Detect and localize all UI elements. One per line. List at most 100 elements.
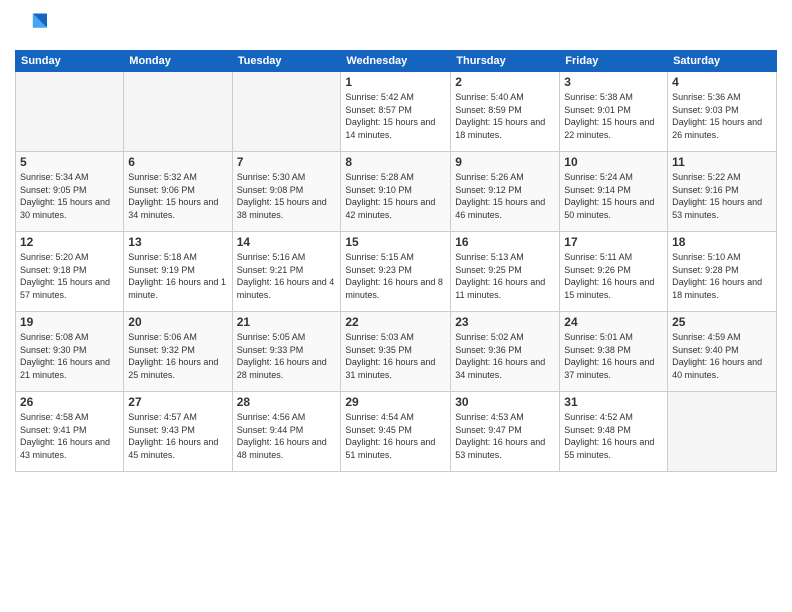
day-cell: 26Sunrise: 4:58 AM Sunset: 9:41 PM Dayli… — [16, 392, 124, 472]
day-cell — [232, 72, 341, 152]
day-number: 13 — [128, 235, 227, 249]
day-cell: 22Sunrise: 5:03 AM Sunset: 9:35 PM Dayli… — [341, 312, 451, 392]
day-cell: 12 Sunrise: 5:20 AM Sunset: 9:18 PM Dayli… — [16, 232, 124, 312]
day-number: 17 — [564, 235, 663, 249]
day-number: 27 — [128, 395, 227, 409]
day-info: Sunrise: 4:52 AM Sunset: 9:48 PM Dayligh… — [564, 411, 663, 461]
day-info: Sunrise: 5:18 AM Sunset: 9:19 PM Dayligh… — [128, 251, 227, 301]
day-cell: 4 Sunrise: 5:36 AM Sunset: 9:03 PM Daylig… — [668, 72, 777, 152]
day-cell: 27 Sunrise: 4:57 AM Sunset: 9:43 PM Dayli… — [124, 392, 232, 472]
day-cell: 2 Sunrise: 5:40 AM Sunset: 8:59 PM Daylig… — [451, 72, 560, 152]
day-cell: 19 Sunrise: 5:08 AM Sunset: 9:30 PM Dayli… — [16, 312, 124, 392]
day-info: Sunrise: 5:13 AM Sunset: 9:25 PM Dayligh… — [455, 251, 555, 301]
day-cell: 30 Sunrise: 4:53 AM Sunset: 9:47 PM Dayli… — [451, 392, 560, 472]
col-header-tuesday: Tuesday — [232, 51, 341, 72]
day-cell: 11Sunrise: 5:22 AM Sunset: 9:16 PM Dayli… — [668, 152, 777, 232]
day-info: Sunrise: 5:15 AM Sunset: 9:23 PM Dayligh… — [345, 251, 446, 301]
day-cell: 6Sunrise: 5:32 AM Sunset: 9:06 PM Daylig… — [124, 152, 232, 232]
day-cell: 1 Sunrise: 5:42 AM Sunset: 8:57 PM Daylig… — [341, 72, 451, 152]
day-number: 11 — [672, 155, 772, 169]
day-number: 19 — [20, 315, 119, 329]
day-info: Sunrise: 5:40 AM Sunset: 8:59 PM Dayligh… — [455, 91, 555, 141]
day-info: Sunrise: 5:28 AM Sunset: 9:10 PM Dayligh… — [345, 171, 446, 221]
week-row-3: 19 Sunrise: 5:08 AM Sunset: 9:30 PM Dayli… — [16, 312, 777, 392]
week-row-1: 5 Sunrise: 5:34 AM Sunset: 9:05 PM Daylig… — [16, 152, 777, 232]
day-cell: 25 Sunrise: 4:59 AM Sunset: 9:40 PM Dayli… — [668, 312, 777, 392]
day-cell: 14 Sunrise: 5:16 AM Sunset: 9:21 PM Dayli… — [232, 232, 341, 312]
week-row-2: 12 Sunrise: 5:20 AM Sunset: 9:18 PM Dayli… — [16, 232, 777, 312]
day-info: Sunrise: 4:54 AM Sunset: 9:45 PM Dayligh… — [345, 411, 446, 461]
day-cell: 13 Sunrise: 5:18 AM Sunset: 9:19 PM Dayli… — [124, 232, 232, 312]
day-number: 29 — [345, 395, 446, 409]
day-number: 7 — [237, 155, 337, 169]
day-info: Sunrise: 5:32 AM Sunset: 9:06 PM Dayligh… — [128, 171, 227, 221]
day-info: Sunrise: 5:16 AM Sunset: 9:21 PM Dayligh… — [237, 251, 337, 301]
day-number: 28 — [237, 395, 337, 409]
day-info: Sunrise: 5:36 AM Sunset: 9:03 PM Dayligh… — [672, 91, 772, 141]
calendar: SundayMondayTuesdayWednesdayThursdayFrid… — [15, 50, 777, 472]
day-info: Sunrise: 5:06 AM Sunset: 9:32 PM Dayligh… — [128, 331, 227, 381]
day-number: 23 — [455, 315, 555, 329]
col-header-thursday: Thursday — [451, 51, 560, 72]
col-header-sunday: Sunday — [16, 51, 124, 72]
day-info: Sunrise: 5:38 AM Sunset: 9:01 PM Dayligh… — [564, 91, 663, 141]
day-info: Sunrise: 5:11 AM Sunset: 9:26 PM Dayligh… — [564, 251, 663, 301]
day-number: 18 — [672, 235, 772, 249]
header-row: SundayMondayTuesdayWednesdayThursdayFrid… — [16, 51, 777, 72]
day-cell: 15Sunrise: 5:15 AM Sunset: 9:23 PM Dayli… — [341, 232, 451, 312]
header — [15, 10, 777, 42]
day-info: Sunrise: 4:57 AM Sunset: 9:43 PM Dayligh… — [128, 411, 227, 461]
day-cell: 16 Sunrise: 5:13 AM Sunset: 9:25 PM Dayli… — [451, 232, 560, 312]
day-cell: 3 Sunrise: 5:38 AM Sunset: 9:01 PM Daylig… — [560, 72, 668, 152]
day-number: 16 — [455, 235, 555, 249]
day-info: Sunrise: 5:26 AM Sunset: 9:12 PM Dayligh… — [455, 171, 555, 221]
day-number: 22 — [345, 315, 446, 329]
day-number: 4 — [672, 75, 772, 89]
day-cell: 17 Sunrise: 5:11 AM Sunset: 9:26 PM Dayli… — [560, 232, 668, 312]
logo-icon — [15, 10, 47, 42]
day-info: Sunrise: 5:30 AM Sunset: 9:08 PM Dayligh… — [237, 171, 337, 221]
col-header-monday: Monday — [124, 51, 232, 72]
day-number: 2 — [455, 75, 555, 89]
day-info: Sunrise: 4:53 AM Sunset: 9:47 PM Dayligh… — [455, 411, 555, 461]
day-cell: 23 Sunrise: 5:02 AM Sunset: 9:36 PM Dayli… — [451, 312, 560, 392]
day-number: 3 — [564, 75, 663, 89]
day-number: 12 — [20, 235, 119, 249]
day-cell: 28 Sunrise: 4:56 AM Sunset: 9:44 PM Dayli… — [232, 392, 341, 472]
day-number: 31 — [564, 395, 663, 409]
day-number: 30 — [455, 395, 555, 409]
day-number: 1 — [345, 75, 446, 89]
day-info: Sunrise: 4:56 AM Sunset: 9:44 PM Dayligh… — [237, 411, 337, 461]
day-info: Sunrise: 5:42 AM Sunset: 8:57 PM Dayligh… — [345, 91, 446, 141]
day-cell: 5 Sunrise: 5:34 AM Sunset: 9:05 PM Daylig… — [16, 152, 124, 232]
day-cell: 18Sunrise: 5:10 AM Sunset: 9:28 PM Dayli… — [668, 232, 777, 312]
day-info: Sunrise: 5:05 AM Sunset: 9:33 PM Dayligh… — [237, 331, 337, 381]
day-cell: 9 Sunrise: 5:26 AM Sunset: 9:12 PM Daylig… — [451, 152, 560, 232]
page: SundayMondayTuesdayWednesdayThursdayFrid… — [0, 0, 792, 612]
day-number: 9 — [455, 155, 555, 169]
col-header-friday: Friday — [560, 51, 668, 72]
logo — [15, 10, 51, 42]
day-cell: 29 Sunrise: 4:54 AM Sunset: 9:45 PM Dayli… — [341, 392, 451, 472]
day-number: 24 — [564, 315, 663, 329]
day-cell — [16, 72, 124, 152]
day-info: Sunrise: 5:08 AM Sunset: 9:30 PM Dayligh… — [20, 331, 119, 381]
day-number: 25 — [672, 315, 772, 329]
day-number: 20 — [128, 315, 227, 329]
day-info: Sunrise: 5:02 AM Sunset: 9:36 PM Dayligh… — [455, 331, 555, 381]
day-cell: 21Sunrise: 5:05 AM Sunset: 9:33 PM Dayli… — [232, 312, 341, 392]
day-info: Sunrise: 5:34 AM Sunset: 9:05 PM Dayligh… — [20, 171, 119, 221]
week-row-4: 26Sunrise: 4:58 AM Sunset: 9:41 PM Dayli… — [16, 392, 777, 472]
day-number: 8 — [345, 155, 446, 169]
day-cell: 31 Sunrise: 4:52 AM Sunset: 9:48 PM Dayli… — [560, 392, 668, 472]
day-info: Sunrise: 4:59 AM Sunset: 9:40 PM Dayligh… — [672, 331, 772, 381]
day-cell: 10Sunrise: 5:24 AM Sunset: 9:14 PM Dayli… — [560, 152, 668, 232]
day-cell: 20 Sunrise: 5:06 AM Sunset: 9:32 PM Dayli… — [124, 312, 232, 392]
day-info: Sunrise: 5:20 AM Sunset: 9:18 PM Dayligh… — [20, 251, 119, 301]
col-header-wednesday: Wednesday — [341, 51, 451, 72]
day-number: 5 — [20, 155, 119, 169]
day-number: 14 — [237, 235, 337, 249]
day-cell: 24Sunrise: 5:01 AM Sunset: 9:38 PM Dayli… — [560, 312, 668, 392]
day-number: 26 — [20, 395, 119, 409]
day-cell — [124, 72, 232, 152]
